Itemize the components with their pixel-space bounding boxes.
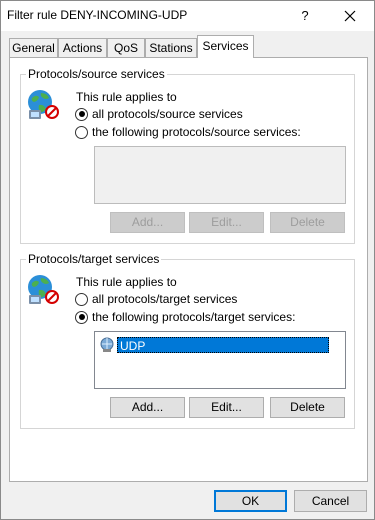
list-item[interactable]: UDP — [99, 336, 329, 353]
source-applies-label: This rule applies to — [76, 90, 177, 104]
tab-stations[interactable]: Stations — [145, 38, 197, 57]
source-all-radio[interactable]: all protocols/source services — [75, 107, 243, 121]
target-edit-button[interactable]: Edit... — [189, 397, 264, 418]
target-add-button[interactable]: Add... — [110, 397, 185, 418]
target-all-label: all protocols/target services — [92, 292, 238, 306]
globe-deny-icon — [28, 90, 59, 119]
window-title: Filter rule DENY-INCOMING-UDP — [7, 8, 188, 22]
target-following-label: the following protocols/target services: — [92, 310, 296, 324]
radio-selected-indicator — [75, 107, 88, 121]
tab-qos[interactable]: QoS — [107, 38, 145, 57]
source-all-label: all protocols/source services — [92, 107, 243, 121]
help-button[interactable]: ? — [297, 6, 313, 26]
target-all-radio[interactable]: all protocols/target services — [75, 292, 237, 306]
source-edit-button[interactable]: Edit... — [189, 212, 264, 233]
close-icon — [344, 10, 356, 22]
ok-button[interactable]: OK — [214, 490, 287, 512]
tab-strip: General Actions QoS Stations Services — [9, 35, 368, 58]
source-delete-button[interactable]: Delete — [270, 212, 345, 233]
cancel-button[interactable]: Cancel — [294, 490, 367, 512]
source-following-radio[interactable]: the following protocols/source services: — [75, 125, 301, 139]
tab-actions[interactable]: Actions — [58, 38, 107, 57]
radio-indicator — [75, 292, 88, 306]
title-bar: Filter rule DENY-INCOMING-UDP ? — [1, 1, 374, 31]
source-services-legend: Protocols/source services — [26, 67, 167, 81]
source-services-group: Protocols/source services This rule appl… — [20, 67, 355, 244]
target-services-list[interactable]: UDP — [94, 331, 346, 389]
target-following-radio[interactable]: the following protocols/target services: — [75, 310, 295, 324]
radio-selected-indicator — [75, 310, 88, 324]
target-services-legend: Protocols/target services — [26, 252, 162, 266]
target-delete-button[interactable]: Delete — [270, 397, 345, 418]
filter-rule-dialog: Filter rule DENY-INCOMING-UDP ? General … — [0, 0, 375, 520]
tab-general[interactable]: General — [9, 38, 58, 57]
services-tab-panel: Protocols/source services This rule appl… — [9, 57, 368, 482]
target-applies-label: This rule applies to — [76, 275, 177, 289]
source-add-button[interactable]: Add... — [110, 212, 185, 233]
globe-deny-icon — [28, 275, 59, 304]
source-services-list[interactable] — [94, 146, 346, 204]
target-services-group: Protocols/target services This rule appl… — [20, 252, 355, 429]
service-icon — [100, 337, 114, 352]
tab-services[interactable]: Services — [197, 35, 254, 58]
source-following-label: the following protocols/source services: — [92, 125, 301, 139]
list-item-label: UDP — [117, 336, 329, 353]
radio-indicator — [75, 125, 88, 139]
close-button[interactable] — [337, 4, 363, 28]
